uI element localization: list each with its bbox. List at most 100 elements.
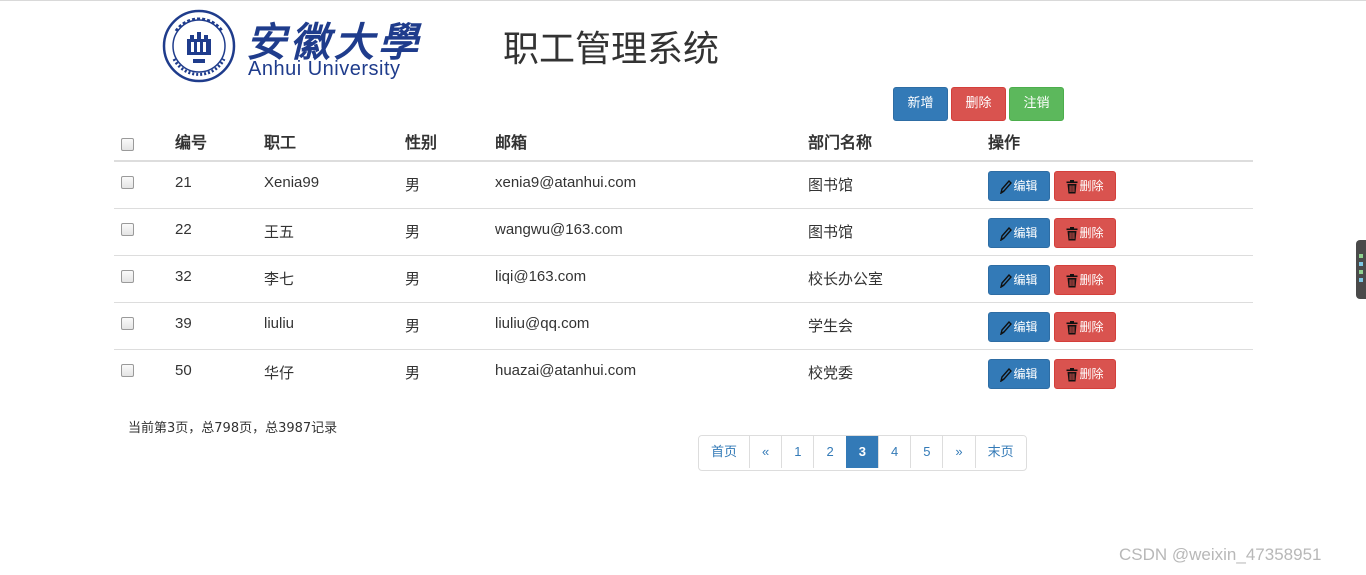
batch-delete-button[interactable]: 删除 xyxy=(951,87,1006,121)
side-widget-indicator xyxy=(1359,270,1363,274)
column-header-name: 职工 xyxy=(264,133,297,152)
column-header-gender: 性别 xyxy=(405,133,438,152)
page-title: 职工管理系统 xyxy=(503,29,720,70)
table-row: 39 liuliu 男 liuliu@qq.com 学生会 编辑 删除 xyxy=(114,302,1253,349)
university-logo: 安徽大學 Anhui University xyxy=(160,6,422,84)
pencil-icon xyxy=(1000,367,1013,382)
cell-email: liqi@163.com xyxy=(495,268,587,285)
edit-button[interactable]: 编辑 xyxy=(988,218,1050,248)
pagination: 首页 « 1 2 3 4 5 » 末页 xyxy=(698,435,1027,471)
edit-button[interactable]: 编辑 xyxy=(988,171,1050,201)
delete-button-label: 删除 xyxy=(1079,226,1104,240)
side-widget-indicator xyxy=(1359,278,1363,282)
page-first-link[interactable]: 首页 xyxy=(699,436,750,468)
page-link-1[interactable]: 1 xyxy=(781,436,814,468)
pencil-icon xyxy=(1000,320,1013,335)
watermark: CSDN @weixin_47358951 xyxy=(1119,545,1322,564)
edit-button-label: 编辑 xyxy=(1013,320,1038,334)
edit-button[interactable]: 编辑 xyxy=(988,359,1050,389)
cell-id: 32 xyxy=(175,268,192,285)
delete-button[interactable]: 删除 xyxy=(1054,359,1116,389)
page-next-link[interactable]: » xyxy=(942,436,975,468)
cell-id: 22 xyxy=(175,221,192,238)
trash-icon xyxy=(1066,320,1078,334)
side-scroll-handle[interactable] xyxy=(1356,240,1366,299)
row-checkbox[interactable] xyxy=(121,270,134,283)
cell-id: 21 xyxy=(175,174,192,191)
employee-table: 编号 职工 性别 邮箱 部门名称 操作 21 Xenia99 男 xenia9@ata… xyxy=(114,124,1253,396)
page-link-3-current[interactable]: 3 xyxy=(845,436,878,468)
pencil-icon xyxy=(1000,179,1013,194)
trash-icon xyxy=(1066,179,1078,193)
cell-name: 李七 xyxy=(264,271,295,288)
top-border xyxy=(0,0,1366,1)
table-row: 21 Xenia99 男 xenia9@atanhui.com 图书馆 编辑 删除 xyxy=(114,162,1253,208)
side-widget-indicator xyxy=(1359,262,1363,266)
delete-button[interactable]: 删除 xyxy=(1054,265,1116,295)
page-last-link[interactable]: 末页 xyxy=(974,436,1026,468)
cell-id: 50 xyxy=(175,362,192,379)
delete-button[interactable]: 删除 xyxy=(1054,171,1116,201)
edit-button-label: 编辑 xyxy=(1013,367,1038,381)
row-checkbox[interactable] xyxy=(121,223,134,236)
trash-icon xyxy=(1066,226,1078,240)
page-link-2[interactable]: 2 xyxy=(813,436,846,468)
table-body: 21 Xenia99 男 xenia9@atanhui.com 图书馆 编辑 删除 22 王五男… xyxy=(114,162,1253,396)
delete-button-label: 删除 xyxy=(1079,367,1104,381)
edit-button-label: 编辑 xyxy=(1013,226,1038,240)
column-header-id: 编号 xyxy=(175,133,208,152)
cell-gender: 男 xyxy=(405,365,421,382)
table-row: 22 王五 男 wangwu@163.com 图书馆 编辑 删除 xyxy=(114,208,1253,255)
column-header-email: 邮箱 xyxy=(495,133,528,152)
pencil-icon xyxy=(1000,273,1013,288)
cell-gender: 男 xyxy=(405,224,421,241)
delete-button[interactable]: 删除 xyxy=(1054,218,1116,248)
table-row: 32 李七 男 liqi@163.com 校长办公室 编辑 删除 xyxy=(114,255,1253,302)
table-row: 50 华仔 男 huazai@atanhui.com 校党委 编辑 删除 xyxy=(114,349,1253,396)
edit-button[interactable]: 编辑 xyxy=(988,312,1050,342)
delete-button-label: 删除 xyxy=(1079,179,1104,193)
cell-department: 校长办公室 xyxy=(808,271,884,288)
page-link-4[interactable]: 4 xyxy=(877,436,911,468)
edit-button[interactable]: 编辑 xyxy=(988,265,1050,295)
trash-icon xyxy=(1066,273,1078,287)
cell-email: liuliu@qq.com xyxy=(495,315,590,332)
row-checkbox[interactable] xyxy=(121,364,134,377)
table-header: 编号 职工 性别 邮箱 部门名称 操作 xyxy=(114,124,1253,162)
cell-gender: 男 xyxy=(405,177,421,194)
delete-button[interactable]: 删除 xyxy=(1054,312,1116,342)
page-prev-link[interactable]: « xyxy=(749,436,782,468)
cell-name: liuliu xyxy=(264,315,295,332)
cell-name: Xenia99 xyxy=(264,174,320,191)
cell-name: 王五 xyxy=(264,224,295,241)
logout-button[interactable]: 注销 xyxy=(1009,87,1064,121)
university-seal-icon xyxy=(162,9,236,83)
cell-email: wangwu@163.com xyxy=(495,221,623,238)
cell-name: 华仔 xyxy=(264,365,295,382)
cell-department: 图书馆 xyxy=(808,224,854,241)
cell-department: 校党委 xyxy=(808,365,854,382)
cell-gender: 男 xyxy=(405,271,421,288)
cell-email: huazai@atanhui.com xyxy=(495,362,637,379)
cell-email: xenia9@atanhui.com xyxy=(495,174,637,191)
cell-department: 图书馆 xyxy=(808,177,854,194)
row-checkbox[interactable] xyxy=(121,176,134,189)
cell-id: 39 xyxy=(175,315,192,332)
cell-gender: 男 xyxy=(405,318,421,335)
pencil-icon xyxy=(1000,226,1013,241)
delete-button-label: 删除 xyxy=(1079,273,1104,287)
delete-button-label: 删除 xyxy=(1079,320,1104,334)
page-link-5[interactable]: 5 xyxy=(910,436,943,468)
column-header-department: 部门名称 xyxy=(808,133,873,152)
cell-department: 学生会 xyxy=(808,318,854,335)
add-button[interactable]: 新增 xyxy=(893,87,948,121)
select-all-checkbox[interactable] xyxy=(121,138,134,151)
logo-english-text: Anhui University xyxy=(248,58,401,80)
pagination-info: 当前第3页，总798页，总3987记录 xyxy=(128,421,338,436)
column-header-actions: 操作 xyxy=(988,133,1021,152)
edit-button-label: 编辑 xyxy=(1013,273,1038,287)
trash-icon xyxy=(1066,367,1078,381)
row-checkbox[interactable] xyxy=(121,317,134,330)
edit-button-label: 编辑 xyxy=(1013,179,1038,193)
side-widget-indicator xyxy=(1359,254,1363,258)
